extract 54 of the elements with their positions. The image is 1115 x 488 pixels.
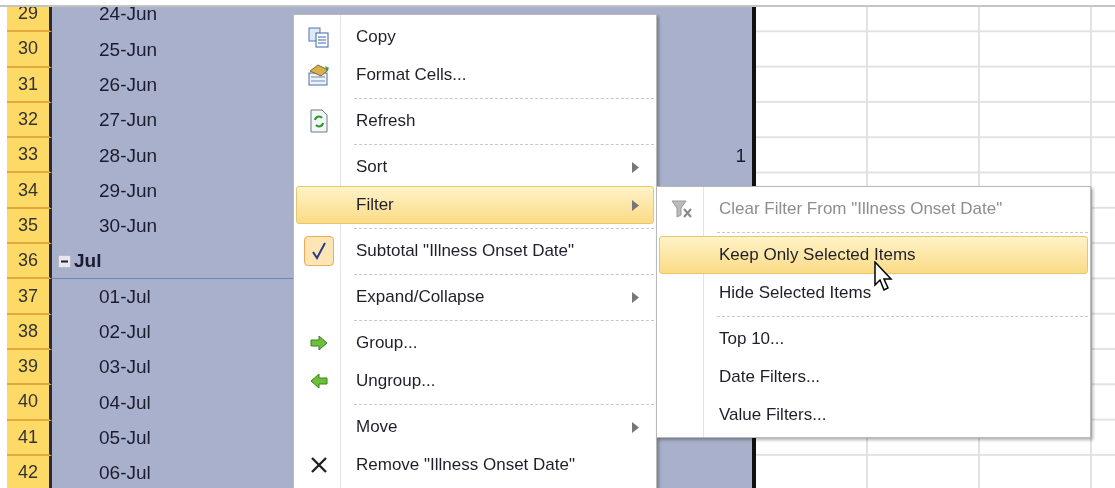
funnel-clear-icon [671, 199, 693, 219]
menu-item[interactable]: Refresh [296, 102, 654, 140]
group-label: Jul [74, 248, 102, 273]
row-header[interactable]: 34 [7, 173, 52, 209]
date-label: 29-Jun [99, 178, 158, 203]
collapse-icon[interactable] [58, 254, 71, 268]
row-header[interactable]: 41 [7, 420, 52, 456]
menu-item[interactable]: Filter [296, 186, 654, 224]
menu-item[interactable]: Sort [296, 148, 654, 186]
menu-item[interactable]: Format Cells... [296, 56, 654, 94]
mouse-cursor-icon [873, 261, 895, 293]
row-header[interactable]: 36 [7, 244, 52, 280]
menu-item[interactable]: Copy [296, 18, 654, 56]
row-header[interactable]: 29 [7, 7, 52, 33]
row-header[interactable]: 38 [7, 314, 52, 350]
format-icon [307, 63, 331, 87]
row-header[interactable]: 37 [7, 279, 52, 315]
date-label: 24-Jun [99, 7, 158, 27]
menu-item[interactable]: Ungroup... [296, 362, 654, 400]
date-label: 26-Jun [99, 73, 158, 97]
right-arrow-icon [310, 335, 328, 351]
row-header[interactable]: 39 [7, 349, 52, 386]
date-label: 25-Jun [99, 37, 158, 62]
row-header[interactable]: 42 [7, 455, 52, 488]
row-header[interactable]: 33 [7, 138, 52, 174]
value-text: 1 [735, 143, 746, 168]
date-label: 04-Jul [99, 390, 151, 415]
row-header[interactable]: 30 [7, 32, 52, 68]
row-header[interactable]: 32 [7, 102, 52, 139]
date-label: 01-Jul [99, 284, 151, 309]
menu-item[interactable]: Date Filters... [659, 358, 1088, 396]
row-header[interactable]: 35 [7, 208, 52, 245]
date-label: 28-Jun [99, 143, 158, 168]
row-header[interactable]: 40 [7, 385, 52, 421]
date-label: 27-Jun [99, 108, 158, 133]
menu-item[interactable]: Hide Selected Items [659, 274, 1088, 312]
menu-item[interactable]: Keep Only Selected Items [659, 236, 1088, 274]
date-label: 30-Jun [99, 214, 158, 239]
menu-item[interactable]: Remove "Illness Onset Date" [296, 446, 654, 484]
menu-item[interactable]: Top 10... [659, 320, 1088, 358]
left-arrow-icon [310, 373, 328, 389]
row-header[interactable]: 31 [7, 67, 52, 103]
copy-icon [308, 26, 330, 48]
close-icon [310, 456, 328, 474]
menu-item[interactable]: Subtotal "Illness Onset Date" [296, 232, 654, 270]
date-label: 06-Jul [99, 461, 151, 486]
menu-item[interactable]: Group... [296, 324, 654, 362]
date-label: 03-Jul [99, 355, 151, 380]
date-label: 02-Jul [99, 320, 151, 345]
refresh-icon [309, 109, 329, 133]
menu-item[interactable]: Value Filters... [659, 396, 1088, 434]
date-label: 05-Jul [99, 425, 151, 450]
menu-item[interactable]: Move [296, 408, 654, 446]
menu-item[interactable]: Expand/Collapse [296, 278, 654, 316]
